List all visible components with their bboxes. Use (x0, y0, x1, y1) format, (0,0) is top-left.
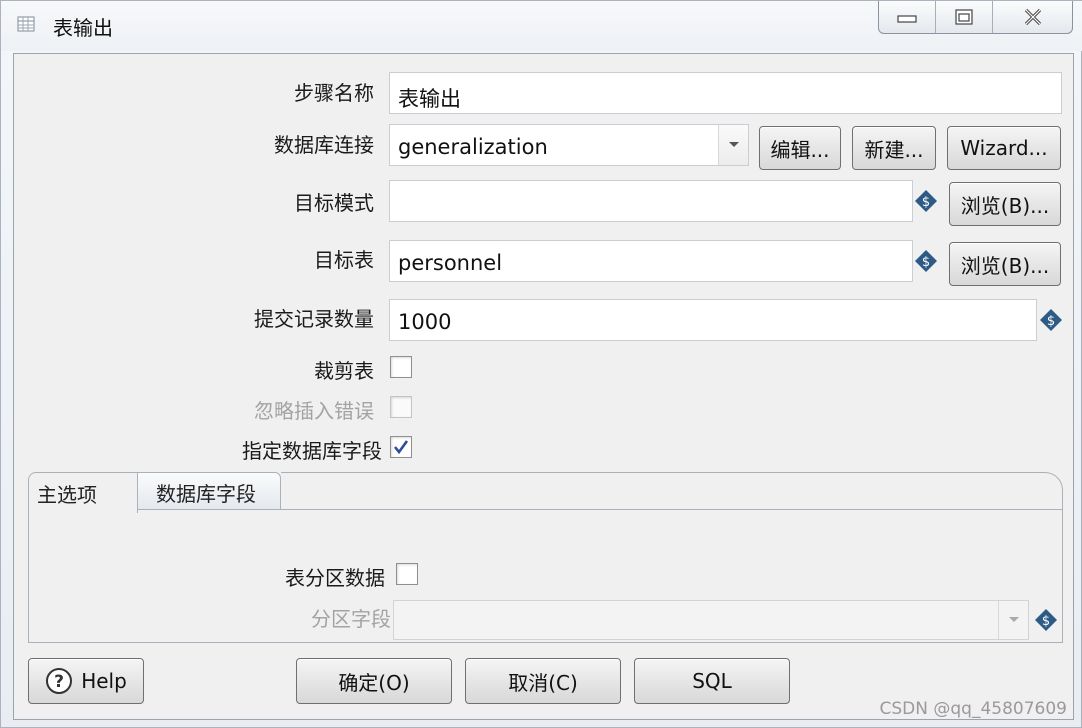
step-name-label: 步骤名称 (294, 81, 374, 105)
minimize-icon (897, 15, 917, 23)
target-table-input[interactable]: personnel (389, 240, 913, 282)
help-icon: ? (46, 668, 73, 694)
svg-text:$: $ (922, 195, 930, 210)
maximize-icon (955, 9, 973, 25)
sql-button[interactable]: SQL (634, 658, 790, 704)
title-bar[interactable]: 表输出 (1, 1, 1082, 51)
specify-fields-checkbox[interactable] (390, 436, 412, 458)
db-connection-value: generalization (398, 135, 548, 159)
svg-text:$: $ (1042, 614, 1050, 629)
partition-field-select[interactable] (393, 600, 1029, 640)
tab-strip-border (281, 472, 1063, 513)
specify-fields-label: 指定数据库字段 (242, 439, 382, 463)
chevron-down-icon[interactable] (718, 125, 748, 165)
close-icon (1024, 8, 1041, 26)
target-schema-label: 目标模式 (294, 191, 374, 215)
table-output-icon (17, 14, 37, 34)
window-controls (878, 1, 1073, 34)
tab-database-fields[interactable]: 数据库字段 (133, 472, 281, 512)
minimize-button[interactable] (879, 1, 937, 33)
cancel-button[interactable]: 取消(C) (465, 658, 621, 704)
target-schema-input[interactable] (389, 180, 913, 222)
partition-data-label: 表分区数据 (285, 566, 385, 590)
main-options-panel: 表分区数据 分区字段 $ (28, 509, 1063, 643)
tab-strip: 数据库字段 主选项 (28, 472, 1063, 513)
check-icon (393, 440, 409, 455)
commit-size-label: 提交记录数量 (254, 307, 374, 331)
new-connection-button[interactable]: 新建... (852, 126, 936, 170)
variable-icon[interactable]: $ (914, 249, 938, 273)
db-connection-select[interactable]: generalization (389, 124, 749, 166)
step-name-input[interactable]: 表输出 (389, 72, 1062, 114)
ignore-errors-label: 忽略插入错误 (254, 399, 374, 423)
variable-icon[interactable]: $ (1034, 608, 1058, 632)
watermark-text: CSDN @qq_45807609 (879, 699, 1067, 719)
chevron-down-icon[interactable] (998, 601, 1028, 639)
partition-data-checkbox[interactable] (396, 563, 418, 585)
variable-icon[interactable]: $ (914, 189, 938, 213)
truncate-table-label: 裁剪表 (314, 359, 374, 383)
help-button-label: Help (81, 669, 127, 693)
commit-size-input[interactable]: 1000 (389, 299, 1037, 341)
db-connection-label: 数据库连接 (274, 133, 374, 157)
edit-connection-button[interactable]: 编辑... (759, 126, 841, 170)
ignore-errors-checkbox[interactable] (390, 396, 412, 418)
svg-text:?: ? (54, 672, 64, 692)
help-button[interactable]: ? Help (28, 658, 144, 704)
variable-icon[interactable]: $ (1039, 308, 1063, 332)
close-button[interactable] (993, 1, 1072, 33)
window-title: 表输出 (53, 16, 113, 40)
partition-field-label: 分区字段 (311, 607, 391, 631)
svg-text:$: $ (1047, 314, 1055, 329)
browse-schema-button[interactable]: 浏览(B)... (949, 182, 1061, 226)
browse-table-button[interactable]: 浏览(B)... (949, 242, 1061, 286)
truncate-table-checkbox[interactable] (390, 356, 412, 378)
svg-text:$: $ (922, 255, 930, 270)
dialog-window: 表输出 步骤名称 表输出 数据库连接 generalization 编辑... … (0, 0, 1082, 728)
maximize-button[interactable] (936, 1, 994, 33)
ok-button[interactable]: 确定(O) (296, 658, 452, 704)
target-table-label: 目标表 (314, 248, 374, 272)
wizard-button[interactable]: Wizard... (947, 126, 1061, 170)
dialog-body: 步骤名称 表输出 数据库连接 generalization 编辑... 新建..… (13, 53, 1074, 720)
tab-main-options[interactable]: 主选项 (28, 472, 138, 513)
